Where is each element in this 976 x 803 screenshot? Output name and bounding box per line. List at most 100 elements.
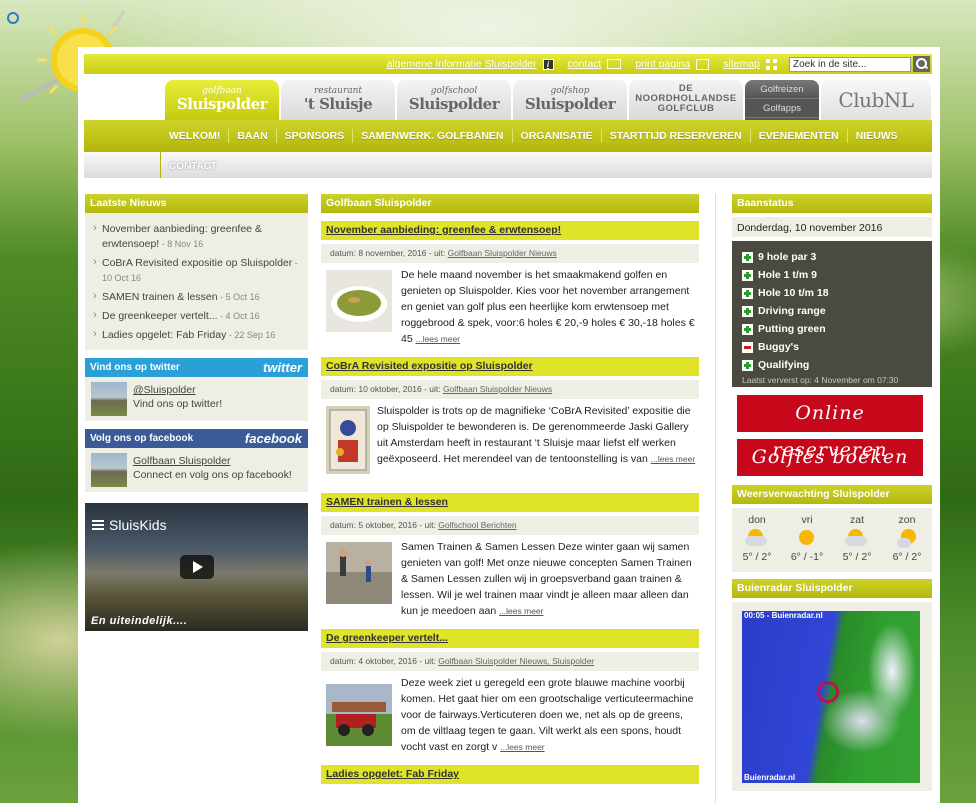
read-more-link[interactable]: ...lees meer	[651, 454, 695, 464]
rain-radar-map[interactable]: 00:05 - Buienradar.nl Buienradar.nl	[742, 611, 920, 783]
news-item[interactable]: SAMEN trainen & lessen - 5 Oct 16	[85, 288, 308, 307]
nav-baan[interactable]: BAAN	[228, 129, 275, 143]
article-title[interactable]: CoBrA Revisited expositie op Sluispolder	[321, 357, 699, 376]
status-item: 9 hole par 3	[742, 248, 932, 266]
article-source-link[interactable]: Golfschool Berichten	[438, 520, 516, 530]
utility-bar: algemene informatie Sluispolder i contact…	[84, 54, 932, 74]
article-body: Sluispolder is trots op de magnifieke ‘C…	[321, 403, 699, 487]
news-title: Laatste Nieuws	[85, 194, 308, 213]
center-column: Golfbaan Sluispolder November aanbieding…	[321, 194, 699, 784]
tab-restaurant[interactable]: restaurant't Sluisje	[281, 80, 395, 120]
facebook-logo: facebook	[244, 431, 302, 446]
article-source-link[interactable]: Golfbaan Sluispolder Nieuws	[448, 248, 557, 258]
facebook-header: Volg ons op facebook facebook	[85, 429, 308, 448]
tab-golfreizen-golfapps: Golfreizen Golfapps	[745, 80, 819, 120]
article-body: De hele maand november is het smaakmaken…	[321, 267, 699, 351]
nav-contact[interactable]: CONTACT	[160, 152, 217, 178]
tab-golfbaan[interactable]: golfbaan Sluispolder	[165, 80, 279, 120]
radar-header: 00:05 - Buienradar.nl	[744, 611, 823, 620]
radar-box: 00:05 - Buienradar.nl Buienradar.nl	[732, 602, 932, 791]
tab-clubnl[interactable]: ClubNL	[821, 80, 931, 120]
brand-tabs: golfbaan Sluispolder restaurant't Sluisje…	[165, 80, 931, 120]
news-item[interactable]: CoBrA Revisited expositie op Sluispolder…	[85, 254, 308, 288]
news-item[interactable]: De greenkeeper vertelt... - 4 Oct 16	[85, 307, 308, 326]
news-item[interactable]: Ladies opgelet: Fab Friday - 22 Sep 16	[85, 326, 308, 345]
video-caption: En uiteindelijk....	[91, 615, 188, 627]
tab-golfapps[interactable]: Golfapps	[745, 99, 819, 118]
status-item: Buggy's	[742, 338, 932, 356]
twitter-link[interactable]: @Sluispolder	[133, 384, 196, 396]
article: SAMEN trainen & lessen datum: 5 oktober,…	[321, 493, 699, 623]
article-meta: datum: 10 oktober, 2016 - uit: Golfbaan …	[321, 380, 699, 399]
article-meta: datum: 5 oktober, 2016 - uit: Golfschool…	[321, 516, 699, 535]
article-source-link[interactable]: Golfbaan Sluispolder Nieuws, Sluispolder	[438, 656, 594, 666]
plus-icon	[742, 359, 753, 371]
tab-golfschool[interactable]: golfschool Sluispolder	[397, 80, 511, 120]
status-item: Qualifying	[742, 356, 932, 374]
read-more-link[interactable]: ...lees meer	[499, 606, 543, 616]
twitter-box: @Sluispolder Vind ons op twitter!	[85, 377, 308, 421]
nav-organisatie[interactable]: ORGANISATIE	[511, 129, 601, 143]
twitter-avatar	[91, 382, 127, 416]
article-title[interactable]: Ladies opgelet: Fab Friday	[321, 765, 699, 784]
nav-evenementen[interactable]: EVENEMENTEN	[749, 129, 847, 143]
baanstatus-title: Baanstatus	[732, 194, 932, 213]
weather-forecast: don 5° / 2° vri 6° / -1° zat 5° / 2° zon 6° …	[732, 508, 932, 572]
plus-icon	[742, 305, 753, 317]
article-title[interactable]: SAMEN trainen & lessen	[321, 493, 699, 512]
contact-link[interactable]: contact	[568, 58, 622, 70]
weer-title: Weersverwachting Sluispolder	[732, 485, 932, 504]
read-more-link[interactable]: ...lees meer	[500, 742, 544, 752]
sitemap-link[interactable]: sitemap	[723, 58, 777, 70]
center-title: Golfbaan Sluispolder	[321, 194, 699, 213]
radar-title: Buienradar Sluispolder	[732, 579, 932, 598]
online-reserveren-button[interactable]: Online reserveren	[737, 395, 923, 461]
cloud-sun-icon	[845, 528, 869, 548]
facebook-avatar	[91, 453, 127, 487]
article-meta: datum: 4 oktober, 2016 - uit: Golfbaan S…	[321, 652, 699, 671]
article-source-link[interactable]: Golfbaan Sluispolder Nieuws	[443, 384, 552, 394]
page-container: algemene informatie Sluispolder i contact…	[78, 47, 940, 803]
read-more-link[interactable]: ...lees meer	[416, 334, 460, 344]
location-marker	[817, 681, 839, 703]
weather-day: zon 6° / 2°	[892, 514, 922, 563]
facebook-text: Connect en volg ons op facebook!	[133, 469, 292, 481]
golfles-boeken-button[interactable]: Golfles boeken	[737, 439, 923, 476]
article: November aanbieding: greenfee & erwtenso…	[321, 221, 699, 351]
status-item: Hole 1 t/m 9	[742, 266, 932, 284]
soup-image	[326, 270, 392, 332]
tab-golfshop[interactable]: golfshop Sluispolder	[513, 80, 627, 120]
plus-icon	[742, 269, 753, 281]
sitemap-icon	[766, 58, 777, 70]
article-text: Sluispolder is trots op de magnifieke ‘C…	[377, 405, 696, 465]
status-item: Driving range	[742, 302, 932, 320]
baanstatus-list: 9 hole par 3 Hole 1 t/m 9 Hole 10 t/m 18…	[732, 241, 932, 387]
nav-welkom[interactable]: WELKOM!	[161, 129, 228, 143]
facebook-link[interactable]: Golfbaan Sluispolder	[133, 455, 230, 467]
search-button[interactable]	[913, 56, 930, 72]
search-input[interactable]: Zoek in de site...	[789, 56, 911, 72]
nav-samenwerk[interactable]: SAMENWERK. GOLFBANEN	[352, 129, 511, 143]
article-title[interactable]: November aanbieding: greenfee & erwtenso…	[321, 221, 699, 240]
tab-noordhollandse-golfclub[interactable]: DE NOORDHOLLANDSE GOLFCLUB	[629, 80, 743, 120]
radar-footer: Buienradar.nl	[744, 773, 796, 782]
cursor-indicator	[7, 12, 19, 24]
info-link[interactable]: algemene informatie Sluispolder i	[387, 58, 554, 70]
article-text: De hele maand november is het smaakmaken…	[401, 269, 695, 345]
news-item[interactable]: November aanbieding: greenfee & erwtenso…	[85, 220, 308, 254]
video-player[interactable]: SluisKids En uiteindelijk....	[85, 503, 308, 631]
tab-golfreizen[interactable]: Golfreizen	[745, 80, 819, 99]
article-text: Samen Trainen & Samen Lessen Deze winter…	[401, 541, 692, 617]
weather-day: don 5° / 2°	[742, 514, 772, 563]
nav-nieuws[interactable]: NIEUWS	[846, 129, 906, 143]
video-title: SluisKids	[109, 517, 167, 533]
print-link[interactable]: print pagina	[635, 58, 710, 70]
article-meta: datum: 8 november, 2016 - uit: Golfbaan …	[321, 244, 699, 263]
plus-icon	[742, 287, 753, 299]
article-title[interactable]: De greenkeeper vertelt...	[321, 629, 699, 648]
nav-starttijd[interactable]: STARTTIJD RESERVEREN	[600, 129, 750, 143]
nav-sponsors[interactable]: SPONSORS	[275, 129, 353, 143]
article-body: Deze week ziet u geregeld een grote blau…	[321, 675, 699, 763]
playlist-icon	[92, 520, 104, 530]
play-button[interactable]	[180, 555, 214, 579]
